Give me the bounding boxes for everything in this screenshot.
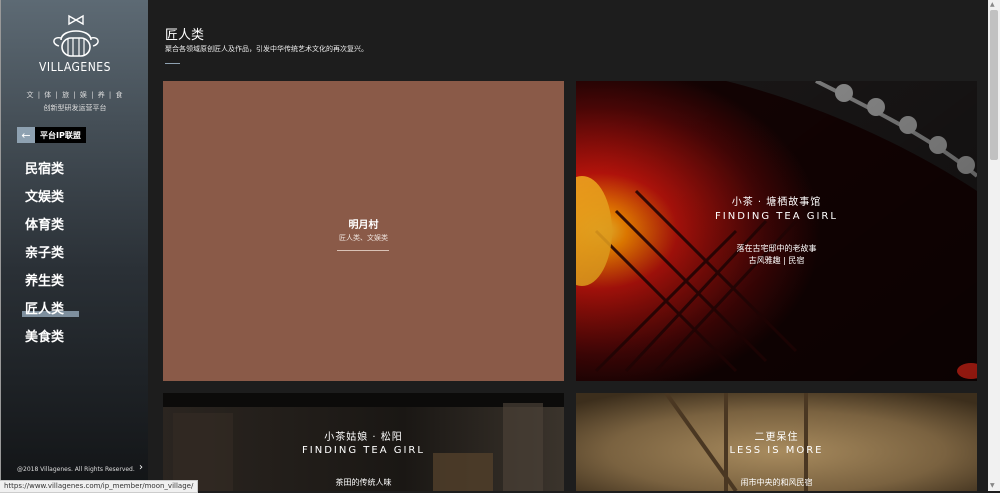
tagline-platform: 创新型研发运营平台 <box>43 104 107 112</box>
nav-item-yangsheng[interactable]: 养生类 <box>25 272 64 300</box>
card-line-1: 茶田的传统人味 <box>335 478 392 487</box>
card-divider <box>337 250 389 251</box>
nav-item-jiangren-active[interactable]: 匠人类 <box>22 300 79 328</box>
card-subtitle: 匠人类、文娱类 <box>339 234 388 242</box>
ip-alliance-label: 平台IP联盟 <box>35 127 86 143</box>
card-title-en: FINDING TEA GIRL <box>302 445 425 456</box>
brand-name: VILLAGENES <box>39 60 111 74</box>
card-title-en: FINDING TEA GIRL <box>715 211 838 222</box>
girl-face-logo-icon[interactable] <box>45 14 107 64</box>
category-nav: 民宿类 文娱类 体育类 亲子类 养生类 匠人类 美食类 <box>22 160 79 356</box>
project-card-tangqi[interactable]: 小茶 · 塘栖故事馆 FINDING TEA GIRL 落在古宅邸中的老故事 古… <box>576 81 977 381</box>
project-card-mingyue[interactable]: 明月村 匠人类、文娱类 <box>163 81 564 381</box>
status-bar-url: https://www.villagenes.com/ip_member/moo… <box>0 480 199 493</box>
nav-item-minsu[interactable]: 民宿类 <box>25 160 64 188</box>
card-title-cn: 小茶姑娘 · 松阳 <box>324 432 403 443</box>
card-title-en: LESS IS MORE <box>729 445 824 456</box>
project-card-songyang[interactable]: 小茶姑娘 · 松阳 FINDING TEA GIRL 茶田的传统人味 <box>163 393 564 491</box>
title-divider <box>165 63 180 64</box>
card-title-cn: 小茶 · 塘栖故事馆 <box>731 197 822 208</box>
card-line-1: 落在古宅邸中的老故事 <box>736 244 817 253</box>
page-description: 聚合各领域原创匠人及作品，引发中华传统艺术文化的再次复兴。 <box>165 45 368 53</box>
page-title: 匠人类 <box>165 28 205 43</box>
copyright: @2018 Villagenes. All Rights Reserved. <box>17 466 135 473</box>
card-line-2: 古风雅趣 | 民宿 <box>748 256 805 265</box>
nav-item-meishi[interactable]: 美食类 <box>25 328 64 356</box>
card-title: 明月村 <box>348 220 379 231</box>
vertical-scrollbar[interactable]: ▲ ▼ <box>988 0 1000 491</box>
project-card-ergeng[interactable]: 二更呆住 LESS IS MORE 闹市中央的和风民宿 <box>576 393 977 491</box>
sidebar: VILLAGENES 文 | 体 | 旅 | 娱 | 养 | 食 创新型研发运营… <box>0 0 148 491</box>
card-background-image <box>576 81 977 381</box>
scroll-down-icon[interactable]: ▼ <box>990 482 995 489</box>
nav-item-wenyu[interactable]: 文娱类 <box>25 188 64 216</box>
nav-item-tiyu[interactable]: 体育类 <box>25 216 64 244</box>
scroll-up-icon[interactable]: ▲ <box>990 1 995 8</box>
tagline-categories: 文 | 体 | 旅 | 娱 | 养 | 食 <box>26 91 124 99</box>
card-title-cn: 二更呆住 <box>754 432 799 443</box>
card-line-1: 闹市中央的和风民宿 <box>740 478 813 487</box>
scrollbar-thumb[interactable] <box>990 10 998 160</box>
nav-item-qinzi[interactable]: 亲子类 <box>25 244 64 272</box>
chevron-right-icon[interactable]: › <box>139 462 143 473</box>
ip-alliance-button[interactable]: ← 平台IP联盟 <box>17 127 86 143</box>
arrow-left-icon: ← <box>17 127 35 143</box>
